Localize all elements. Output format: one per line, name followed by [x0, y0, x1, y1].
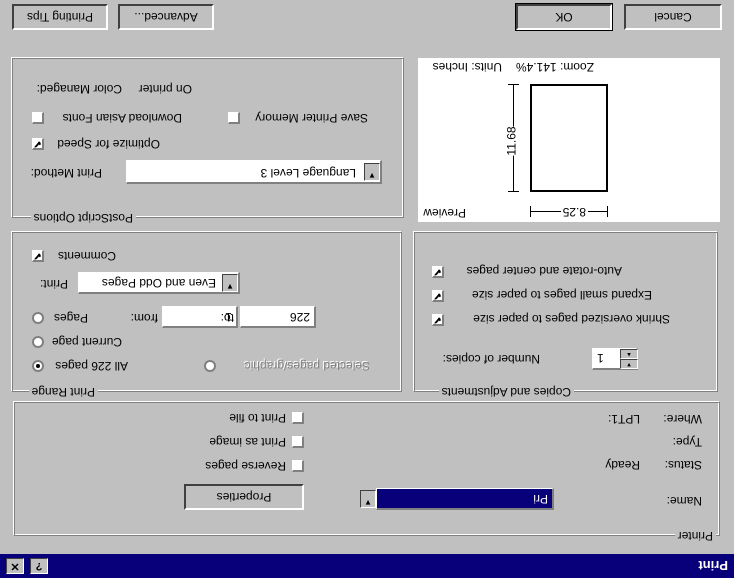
preview-page	[530, 84, 608, 192]
printer-name-select[interactable]: Pri	[376, 488, 554, 510]
properties-button[interactable]: Properties	[184, 484, 304, 510]
copies-label: Number of copies:	[442, 352, 540, 366]
expand-checkbox[interactable]: ✔	[432, 290, 444, 302]
save-memory-checkbox[interactable]	[228, 112, 240, 124]
title-bar: Print ? ✕	[0, 554, 734, 578]
ok-button[interactable]: OK	[515, 3, 613, 31]
expand-label: Expand small pages to paper size	[471, 288, 652, 302]
comments-checkbox[interactable]: ✔	[32, 250, 44, 262]
method-label: Print Method:	[30, 166, 102, 180]
type-label: Type:	[672, 435, 702, 449]
download-fonts-checkbox[interactable]	[32, 112, 44, 124]
where-label: Where:	[663, 412, 702, 426]
download-fonts-label: Download Asian Fonts	[62, 111, 182, 125]
printer-name-label: Name:	[666, 494, 702, 508]
stepper-up-icon[interactable]: ▲	[620, 349, 638, 359]
print-as-image-checkbox[interactable]	[292, 436, 304, 448]
advanced-button[interactable]: Advanced...	[118, 4, 214, 30]
chevron-down-icon[interactable]: ▼	[364, 163, 380, 181]
selected-label: Selected pages/graphic	[244, 359, 370, 373]
copies-legend: Copies and Adjustments	[438, 385, 574, 399]
print-as-image-label: Print as image	[209, 435, 286, 449]
print-method-value: Language Level 3	[260, 166, 356, 180]
zoom-label: Zoom: 141.4%	[515, 60, 594, 74]
stepper-down-icon[interactable]: ▼	[620, 359, 638, 369]
width-dimension-tick	[607, 206, 608, 217]
help-icon[interactable]: ?	[30, 558, 48, 574]
autorotate-checkbox[interactable]: ✔	[432, 266, 444, 278]
print-to-file-label: Print to file	[229, 411, 286, 425]
all-pages-radio[interactable]	[32, 360, 44, 372]
pages-radio[interactable]	[32, 312, 44, 324]
where-value: LPT1:	[607, 412, 640, 426]
color-managed-label: Color Managed:	[36, 82, 122, 96]
print-subset-value: Even and Odd Pages	[101, 276, 216, 290]
print-subset-select[interactable]: Even and Odd Pages	[78, 272, 240, 294]
all-pages-label: All 226 pages	[55, 359, 128, 373]
print-dialog: Print ? ✕ Printer Name: Pri ▼ Status: Re…	[0, 0, 734, 578]
shrink-checkbox[interactable]: ✔	[432, 314, 444, 326]
status-label: Status:	[664, 458, 702, 472]
printing-tips-button[interactable]: Printing Tips	[12, 4, 108, 30]
cancel-button[interactable]: Cancel	[624, 4, 722, 30]
autorotate-label: Auto-rotate and center pages	[466, 264, 622, 278]
to-label: to:	[220, 311, 234, 325]
pages-label: Pages	[53, 311, 88, 325]
chevron-down-icon[interactable]: ▼	[360, 490, 376, 508]
shrink-label: Shrink oversized pages to paper size	[473, 312, 670, 326]
preview-panel: Preview 8.25 11.68 Units: Inches Zoom: 1…	[418, 58, 720, 222]
height-dimension-tick	[508, 191, 519, 192]
print-method-select[interactable]: Language Level 3	[126, 160, 382, 184]
chevron-down-icon[interactable]: ▼	[222, 274, 238, 292]
save-memory-label: Save Printer Memory	[255, 111, 368, 125]
reverse-pages-label: Reverse pages	[205, 459, 286, 473]
current-page-label: Current page	[51, 335, 122, 349]
optimize-checkbox[interactable]: ✔	[32, 138, 44, 150]
current-page-radio[interactable]	[32, 336, 44, 348]
height-dimension-tick	[508, 84, 519, 85]
to-input[interactable]: 226	[240, 306, 316, 328]
print-to-file-checkbox[interactable]	[292, 412, 304, 424]
print-select-label: Print:	[39, 277, 68, 291]
print-range-legend: Print Range	[28, 385, 98, 399]
window-title: Print	[698, 558, 728, 573]
reverse-pages-checkbox[interactable]	[292, 460, 304, 472]
comments-label: Comments	[57, 249, 116, 263]
postscript-legend: PostScript Options	[30, 211, 136, 225]
preview-label: Preview	[423, 206, 466, 220]
width-dimension-tick	[530, 206, 531, 217]
copies-value: 1	[597, 351, 604, 365]
units-label: Units: Inches	[432, 60, 502, 74]
optimize-label: Optimize for Speed	[57, 137, 160, 151]
color-managed-value: On printer	[138, 82, 192, 96]
selected-radio	[204, 360, 216, 372]
status-value: Ready	[605, 458, 640, 472]
width-value: 8.25	[560, 205, 588, 219]
printer-legend: Printer	[674, 529, 716, 543]
height-value: 11.68	[504, 126, 519, 156]
close-icon[interactable]: ✕	[6, 558, 24, 574]
from-label: from:	[130, 311, 158, 325]
